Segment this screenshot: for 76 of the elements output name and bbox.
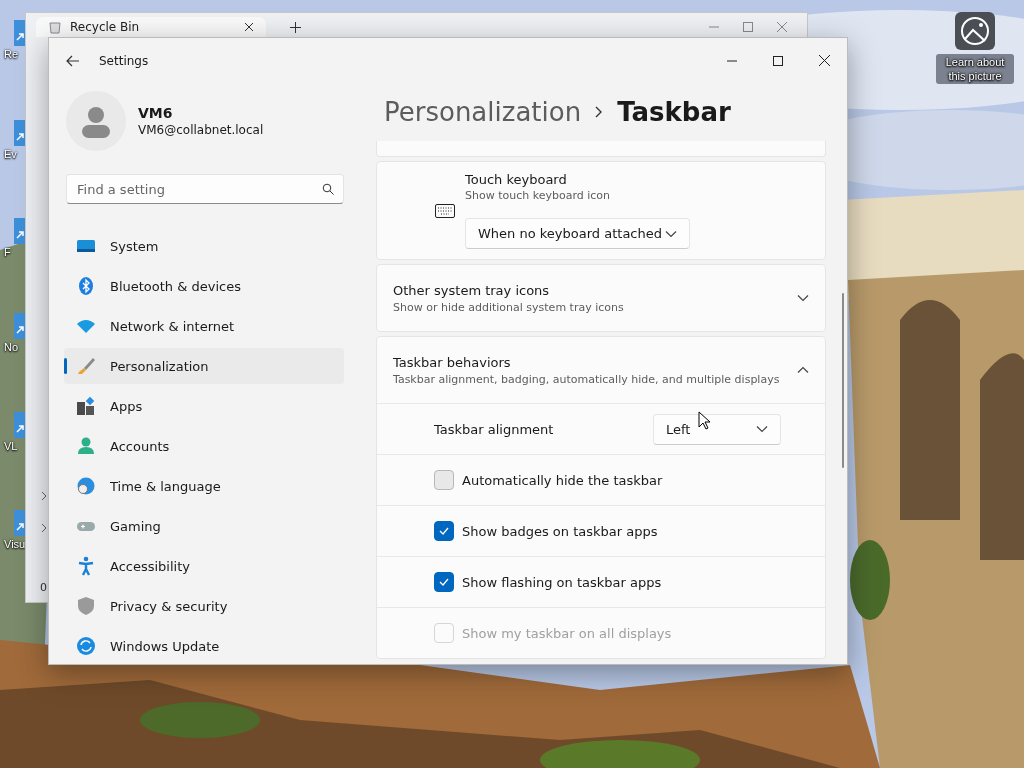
- checkmark-icon: [439, 527, 449, 535]
- checkbox[interactable]: [434, 521, 454, 541]
- chevron-down-icon: [665, 229, 677, 238]
- shortcut-icon[interactable]: [14, 510, 26, 536]
- spotlight-label[interactable]: Learn about this picture: [936, 54, 1014, 84]
- nav-item[interactable]: Personalization: [64, 348, 344, 384]
- setting-title: Touch keyboard: [465, 172, 568, 187]
- desktop-icon-label[interactable]: No: [4, 341, 26, 353]
- maximize-icon[interactable]: [743, 22, 753, 32]
- close-icon[interactable]: [244, 22, 254, 32]
- globe-clock-icon: [76, 476, 96, 496]
- setting-description: Show or hide additional system tray icons: [393, 300, 624, 314]
- checkmark-icon: [439, 578, 449, 586]
- desktop-icon-label[interactable]: Visu: [4, 538, 26, 550]
- nav-item[interactable]: Windows Update: [64, 628, 344, 664]
- user-email: VM6@collabnet.local: [138, 122, 264, 137]
- chevron-up-icon: [797, 366, 809, 374]
- search-field[interactable]: Find a setting: [66, 174, 344, 204]
- minimize-icon: [727, 59, 737, 62]
- selection-indicator: [64, 358, 67, 374]
- nav-item[interactable]: System: [64, 228, 344, 264]
- dropdown[interactable]: Left: [653, 413, 781, 445]
- page-title: Taskbar: [617, 97, 731, 127]
- plus-icon[interactable]: [290, 21, 301, 33]
- nav-item[interactable]: Gaming: [64, 508, 344, 544]
- apps-icon: [76, 396, 96, 416]
- setting-label: Taskbar alignment: [434, 421, 554, 437]
- person-icon: [76, 436, 96, 456]
- nav-item[interactable]: Network & internet: [64, 308, 344, 344]
- desktop-icon-label[interactable]: F: [4, 246, 26, 258]
- window-tab[interactable]: Recycle Bin: [36, 17, 266, 37]
- breadcrumb-parent[interactable]: Personalization: [384, 97, 582, 127]
- nav-item[interactable]: Bluetooth & devices: [64, 268, 344, 304]
- nav-item[interactable]: Apps: [64, 388, 344, 424]
- chevron-right-icon: [595, 106, 604, 118]
- close-icon: [818, 55, 830, 66]
- setting-title[interactable]: Taskbar behaviors: [393, 354, 780, 370]
- scrollbar-thumb[interactable]: [842, 293, 844, 468]
- shortcut-icon[interactable]: [14, 218, 26, 244]
- checkbox-label[interactable]: Show flashing on taskbar apps: [462, 574, 662, 590]
- checkbox-label[interactable]: Show badges on taskbar apps: [462, 523, 658, 539]
- nav-item[interactable]: Accessibility: [64, 548, 344, 584]
- bluetooth-icon: [76, 276, 96, 296]
- user-name: VM6: [138, 104, 174, 121]
- shortcut-icon[interactable]: [14, 412, 26, 438]
- setting-title[interactable]: Other system tray icons: [393, 282, 624, 298]
- checkbox[interactable]: [434, 572, 454, 592]
- search-icon: [322, 183, 334, 195]
- landscape-icon[interactable]: [955, 12, 995, 50]
- bin-icon: [48, 20, 62, 34]
- maximize-icon: [773, 55, 783, 66]
- avatar-icon: [66, 90, 126, 151]
- mouse-cursor-icon: [698, 411, 710, 430]
- nav-item[interactable]: Time & language: [64, 468, 344, 504]
- dropdown[interactable]: When no keyboard attached: [465, 218, 690, 249]
- paintbrush-icon: [76, 356, 96, 376]
- keyboard-icon: [435, 203, 455, 218]
- nav-item[interactable]: Accounts: [64, 428, 344, 464]
- accessibility-icon: [76, 556, 96, 576]
- chevron-right-icon[interactable]: [41, 491, 47, 501]
- chevron-down-icon: [797, 294, 809, 302]
- setting-description: Taskbar alignment, badging, automatically hide, and multiple displays: [393, 372, 780, 386]
- chevron-right-icon[interactable]: [41, 523, 47, 533]
- status-text: 0: [40, 581, 47, 594]
- checkbox-label[interactable]: Automatically hide the taskbar: [462, 472, 663, 488]
- window-title: Settings: [99, 53, 149, 68]
- tab-title: Recycle Bin: [70, 20, 141, 34]
- checkbox[interactable]: [434, 470, 454, 490]
- shortcut-icon[interactable]: [14, 313, 26, 339]
- setting-description: Show touch keyboard icon: [465, 189, 612, 202]
- shortcut-icon[interactable]: [14, 20, 26, 46]
- chevron-down-icon: [756, 425, 768, 433]
- nav-item[interactable]: Privacy & security: [64, 588, 344, 624]
- shield-icon: [76, 596, 96, 616]
- sync-icon: [76, 636, 96, 656]
- shortcut-icon[interactable]: [14, 120, 26, 146]
